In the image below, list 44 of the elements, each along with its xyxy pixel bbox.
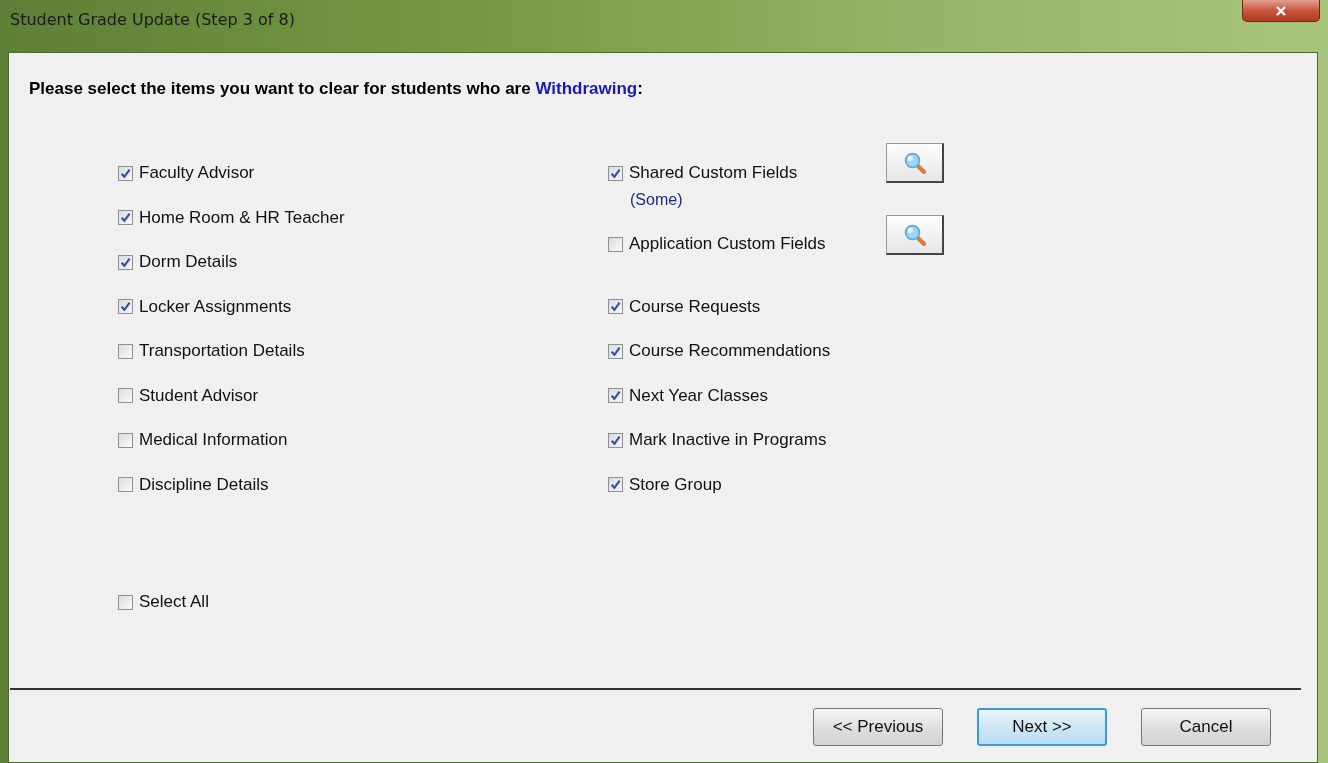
dialog-button[interactable]: << Previous <box>813 708 943 746</box>
status-note: (Some) <box>630 191 684 209</box>
checkbox-label: Application Custom Fields <box>629 234 826 254</box>
search-button[interactable] <box>886 143 944 183</box>
checkbox[interactable] <box>608 343 623 359</box>
checkbox-label: Faculty Advisor <box>139 163 255 183</box>
checkbox[interactable] <box>118 343 133 359</box>
checkbox[interactable] <box>118 477 133 492</box>
checkbox[interactable] <box>118 210 133 225</box>
checkbox[interactable] <box>608 299 623 314</box>
checkbox[interactable] <box>118 299 133 314</box>
checkbox-label: Discipline Details <box>139 474 269 495</box>
checkbox-label: Select All <box>139 592 209 612</box>
checkbox-label: Medical Information <box>139 430 288 450</box>
instruction-text: Please select the items you want to clear for students who are Withdrawing: <box>29 79 644 99</box>
checkbox-label: Shared Custom Fields <box>629 163 798 183</box>
checkbox[interactable] <box>118 594 133 610</box>
checkbox-label: Next Year Classes <box>629 385 768 406</box>
checkbox[interactable] <box>608 165 623 181</box>
checkbox[interactable] <box>608 432 623 448</box>
search-button[interactable] <box>886 215 944 255</box>
window-title: Student Grade Update (Step 3 of 8) <box>10 10 295 29</box>
checkbox[interactable] <box>118 432 133 448</box>
checkbox-label: Course Requests <box>629 296 761 317</box>
checkbox-label: Dorm Details <box>139 252 238 272</box>
close-icon <box>1275 4 1287 17</box>
checkbox-label: Home Room & HR Teacher <box>139 207 345 228</box>
search-icon <box>902 150 927 175</box>
close-button[interactable] <box>1242 0 1320 22</box>
checkbox-label: Course Recommendations <box>629 341 831 361</box>
checkbox-label: Student Advisor <box>139 385 259 406</box>
search-icon <box>902 222 927 247</box>
checkbox-label: Transportation Details <box>139 341 305 361</box>
checkbox[interactable] <box>118 165 133 181</box>
checkbox-label: Store Group <box>629 474 722 495</box>
checkbox[interactable] <box>118 388 133 403</box>
checkbox[interactable] <box>118 254 133 270</box>
checkbox[interactable] <box>608 477 623 492</box>
checkbox[interactable] <box>608 236 623 252</box>
checkbox-label: Mark Inactive in Programs <box>629 430 827 450</box>
dialog-button[interactable]: Cancel <box>1141 708 1271 746</box>
checkbox-label: Locker Assignments <box>139 296 292 317</box>
dialog-button[interactable]: Next >> <box>977 708 1107 746</box>
checkbox[interactable] <box>608 388 623 403</box>
